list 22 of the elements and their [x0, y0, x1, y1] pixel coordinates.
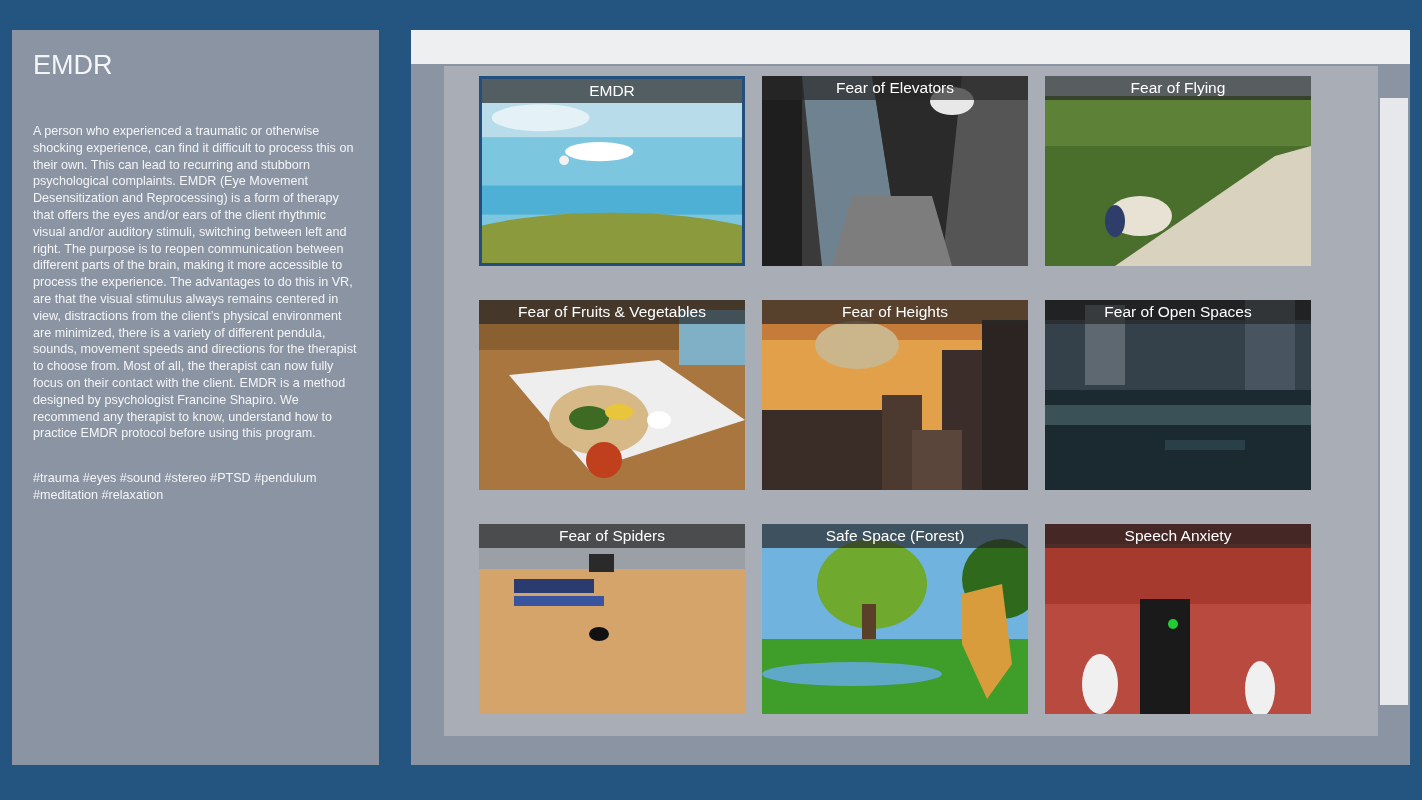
tile-title: Speech Anxiety: [1045, 524, 1311, 548]
tile-title: Fear of Heights: [762, 300, 1028, 324]
scenario-tile[interactable]: Fear of Fruits & Vegetables: [479, 300, 745, 490]
tile-title: Fear of Flying: [1045, 76, 1311, 100]
tags-text: #trauma #eyes #sound #stereo #PTSD #pendulum #meditation #relaxation: [33, 470, 318, 504]
scenario-tile[interactable]: Fear of Spiders: [479, 524, 745, 714]
tile-title: Fear of Spiders: [479, 524, 745, 548]
scenario-tile[interactable]: Fear of Elevators: [762, 76, 1028, 266]
scenario-tile[interactable]: Speech Anxiety: [1045, 524, 1311, 714]
scenario-tile[interactable]: EMDR: [479, 76, 745, 266]
scenario-tile[interactable]: Safe Space (Forest): [762, 524, 1028, 714]
scenario-tile[interactable]: Fear of Heights: [762, 300, 1028, 490]
tile-title: Fear of Elevators: [762, 76, 1028, 100]
scrollbar[interactable]: [1380, 98, 1408, 705]
panel-title: EMDR: [33, 50, 114, 81]
tile-title: Fear of Open Spaces: [1045, 300, 1311, 324]
tile-title: EMDR: [482, 79, 742, 103]
scenario-tile[interactable]: Fear of Flying: [1045, 76, 1311, 266]
scenario-tile[interactable]: Fear of Open Spaces: [1045, 300, 1311, 490]
tile-title: Safe Space (Forest): [762, 524, 1028, 548]
tile-title: Fear of Fruits & Vegetables: [479, 300, 745, 324]
description-text: A person who experienced a traumatic or otherwise shocking experience, can find it difficult to process this on their own. This can lead to recurring and stubborn psychological complaints. EMDR (Eye Movement Desensitization and Reprocessing) is a form of therapy that offers the eyes and/or ears of the client rhythmic visual and/or auditory stimuli, switching between left and right. The purpose is to reopen communication between different parts of the brain, making it more accessible to process the experience. The advantages to do this in VR, are that the visual stimulus always remains centered in view, distractions from the client’s physical environment are minimized, there is a variety of different pendula, sounds, movement speeds and directions for the therapist to choose from. Most of all, the therapist can now fully focus on their contact with the client. EMDR is a method designed by psychologist Francine Shapiro. We recommend any therapist to know, understand how to practice EMDR protocol before using this program.: [33, 123, 357, 443]
